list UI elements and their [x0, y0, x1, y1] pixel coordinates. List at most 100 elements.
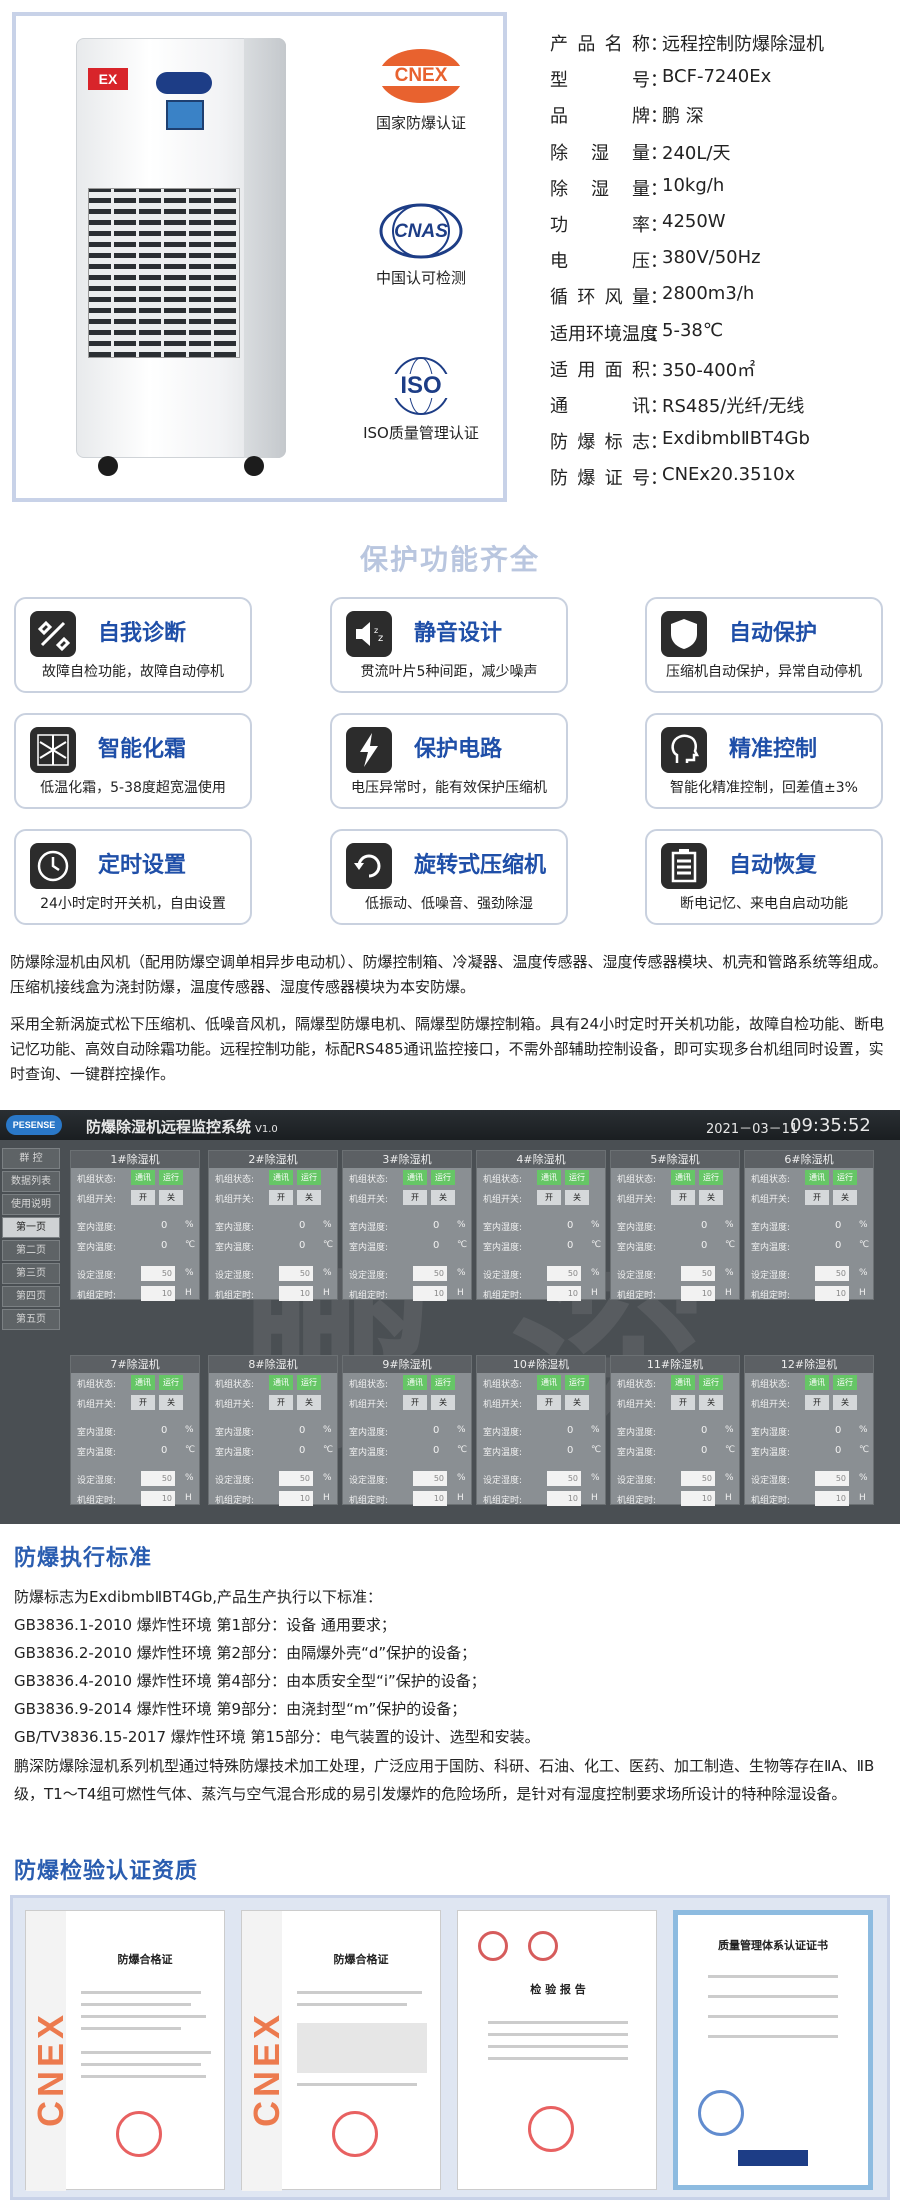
power-on-button[interactable]: 开 [131, 1190, 155, 1205]
standard-line: GB3836.1-2010 爆炸性环境 第1部分：设备 通用要求； [14, 1616, 396, 1634]
set-humidity-input[interactable]: 50 [815, 1266, 849, 1281]
seal-icon [116, 2111, 162, 2157]
power-off-button[interactable]: 关 [431, 1395, 455, 1410]
cma-mark-icon [478, 1931, 508, 1961]
wheel [244, 456, 264, 476]
spec-row: 电压： 380V/50Hz [550, 247, 761, 273]
timer-input[interactable]: 10 [413, 1491, 447, 1506]
power-on-button[interactable]: 开 [805, 1395, 829, 1410]
spec-row: 型号： BCF-7240Ex [550, 66, 772, 92]
power-off-button[interactable]: 关 [565, 1395, 589, 1410]
sidebar-menu-item[interactable]: 第四页 [2, 1286, 60, 1307]
unit-name: 1#除湿机 [71, 1151, 199, 1168]
certificate-image: CNEX 防爆合格证 [25, 1910, 225, 2191]
certificates-title: 防爆检验认证资质 [14, 1859, 199, 1884]
timer-input[interactable]: 10 [547, 1286, 581, 1301]
tools-icon [30, 611, 76, 657]
power-on-button[interactable]: 开 [671, 1190, 695, 1205]
unit-panel: 5#除湿机 机组状态: 通讯 运行 机组开关: 开关室内湿度: 0% 室内温度: 0 ℃ 设定湿度:… [610, 1150, 740, 1301]
power-off-button[interactable]: 关 [699, 1395, 723, 1410]
set-humidity-input[interactable]: 50 [681, 1471, 715, 1486]
power-on-button[interactable]: 开 [805, 1190, 829, 1205]
set-humidity-input[interactable]: 50 [681, 1266, 715, 1281]
head-icon [661, 727, 707, 773]
power-off-button[interactable]: 关 [297, 1190, 321, 1205]
sidebar-menu-item[interactable]: 第二页 [2, 1240, 60, 1261]
sidebar-menu-item[interactable]: 使用说明 [2, 1194, 60, 1215]
temperature-value: 0 [567, 1240, 574, 1251]
run-indicator: 运行 [159, 1170, 183, 1185]
feature-desc: 低振动、低噪音、强劲除湿 [365, 896, 533, 912]
power-on-button[interactable]: 开 [537, 1190, 561, 1205]
power-on-button[interactable]: 开 [403, 1395, 427, 1410]
humidity-value: 0 [567, 1425, 574, 1436]
timer-input[interactable]: 10 [547, 1491, 581, 1506]
set-humidity-input[interactable]: 50 [279, 1471, 313, 1486]
timer-input[interactable]: 10 [681, 1286, 715, 1301]
power-off-button[interactable]: 关 [833, 1395, 857, 1410]
power-off-button[interactable]: 关 [159, 1190, 183, 1205]
power-off-button[interactable]: 关 [565, 1190, 589, 1205]
timer-input[interactable]: 10 [681, 1491, 715, 1506]
unit-panel: 12#除湿机 机组状态: 通讯 运行 机组开关: 开关室内湿度: 0% 室内温度: 0 ℃ 设定湿度… [744, 1355, 874, 1506]
unit-panel: 8#除湿机 机组状态: 通讯 运行 机组开关: 开关室内湿度: 0% 室内温度: 0 ℃ 设定湿度:… [208, 1355, 338, 1506]
sidebar-menu-item[interactable]: 群 控 [2, 1148, 60, 1169]
lightning-icon [346, 727, 392, 773]
sidebar-menu-item[interactable]: 第一页 [2, 1217, 60, 1238]
power-off-button[interactable]: 关 [699, 1190, 723, 1205]
feature-card: 智能化霜 低温化霜，5-38度超宽温使用 [14, 713, 252, 809]
power-on-button[interactable]: 开 [403, 1190, 427, 1205]
timer-input[interactable]: 10 [815, 1286, 849, 1301]
feature-title: 精准控制 [729, 737, 818, 762]
feature-card: 自我诊断 故障自检功能，故障自动停机 [14, 597, 252, 693]
feature-desc: 电压异常时，能有效保护压缩机 [351, 780, 547, 796]
spec-list: 产品名称：远程控制防爆除湿机 型号： BCF-7240Ex 品牌：鹏 深 除湿量：… [550, 30, 890, 500]
spec-row: 循环风量： 2800m3/h [550, 283, 755, 309]
set-humidity-input[interactable]: 50 [413, 1471, 447, 1486]
set-humidity-input[interactable]: 50 [547, 1266, 581, 1281]
feature-card: 保护电路 电压异常时，能有效保护压缩机 [330, 713, 568, 809]
run-indicator: 运行 [565, 1375, 589, 1390]
power-off-button[interactable]: 关 [431, 1190, 455, 1205]
certificate-image: 检 验 报 告 [457, 1910, 657, 2190]
unit-panel: 9#除湿机 机组状态: 通讯 运行 机组开关: 开关室内湿度: 0% 室内温度: 0 ℃ 设定湿度:… [342, 1355, 472, 1506]
temperature-value: 0 [161, 1445, 168, 1456]
timer-input[interactable]: 10 [141, 1491, 175, 1506]
power-on-button[interactable]: 开 [131, 1395, 155, 1410]
set-humidity-input[interactable]: 50 [815, 1471, 849, 1486]
set-humidity-input[interactable]: 50 [547, 1471, 581, 1486]
timer-input[interactable]: 10 [815, 1491, 849, 1506]
timer-input[interactable]: 10 [279, 1286, 313, 1301]
comm-indicator: 通讯 [269, 1170, 293, 1185]
run-indicator: 运行 [297, 1375, 321, 1390]
feature-card: 自动保护 压缩机自动保护，异常自动停机 [645, 597, 883, 693]
power-on-button[interactable]: 开 [269, 1190, 293, 1205]
timer-input[interactable]: 10 [141, 1286, 175, 1301]
ex-mark: EX [88, 68, 128, 90]
power-on-button[interactable]: 开 [671, 1395, 695, 1410]
unit-panel: 11#除湿机 机组状态: 通讯 运行 机组开关: 开关室内湿度: 0% 室内温度: 0 ℃ 设定湿度… [610, 1355, 740, 1506]
set-humidity-input[interactable]: 50 [141, 1471, 175, 1486]
power-on-button[interactable]: 开 [269, 1395, 293, 1410]
power-off-button[interactable]: 关 [297, 1395, 321, 1410]
power-off-button[interactable]: 关 [159, 1395, 183, 1410]
sidebar-menu-item[interactable]: 数据列表 [2, 1171, 60, 1192]
feature-card: 旋转式压缩机 低振动、低噪音、强劲除湿 [330, 829, 568, 925]
control-display [166, 100, 204, 130]
sidebar-menu-item[interactable]: 第五页 [2, 1309, 60, 1330]
sidebar-menu-item[interactable]: 第三页 [2, 1263, 60, 1284]
set-humidity-input[interactable]: 50 [279, 1266, 313, 1281]
power-on-button[interactable]: 开 [537, 1395, 561, 1410]
feature-title: 自动保护 [729, 621, 818, 646]
comm-indicator: 通讯 [131, 1170, 155, 1185]
timer-input[interactable]: 10 [279, 1491, 313, 1506]
feature-card: 精准控制 智能化精准控制，回差值±3% [645, 713, 883, 809]
temperature-value: 0 [701, 1445, 708, 1456]
set-humidity-input[interactable]: 50 [413, 1266, 447, 1281]
power-off-button[interactable]: 关 [833, 1190, 857, 1205]
timer-input[interactable]: 10 [413, 1286, 447, 1301]
shield-icon [661, 611, 707, 657]
set-humidity-input[interactable]: 50 [141, 1266, 175, 1281]
feature-title: 智能化霜 [98, 737, 187, 762]
unit-name: 5#除湿机 [611, 1151, 739, 1168]
